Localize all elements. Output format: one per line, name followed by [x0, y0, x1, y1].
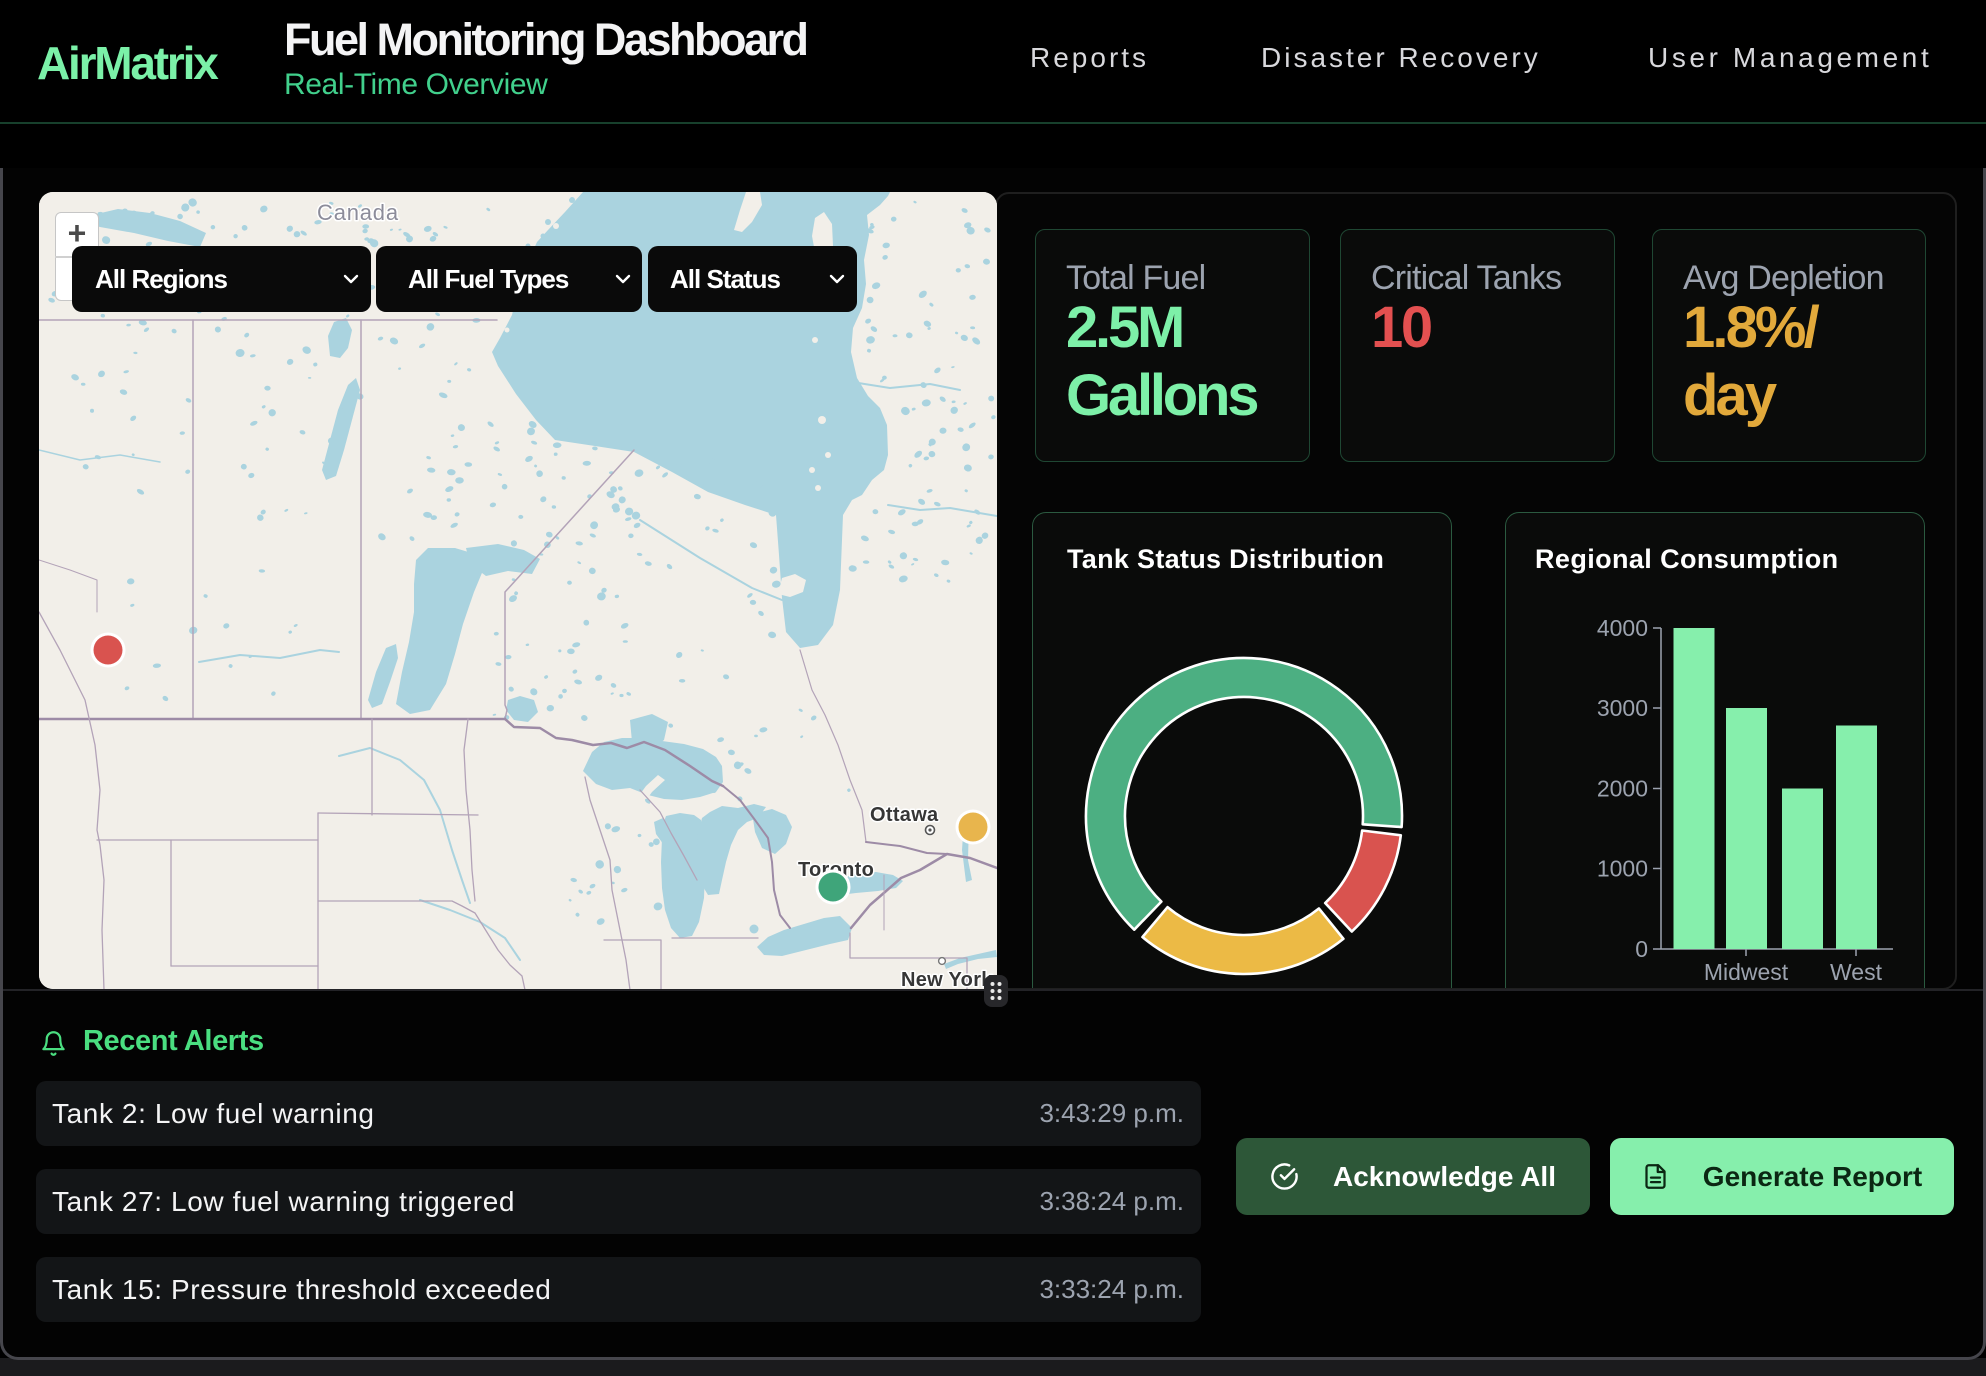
svg-text:West: West: [1830, 959, 1883, 985]
svg-text:New York: New York: [901, 969, 993, 989]
svg-text:1000: 1000: [1597, 856, 1648, 882]
svg-text:0: 0: [1635, 936, 1648, 962]
svg-text:2000: 2000: [1597, 776, 1648, 802]
svg-text:Ottawa: Ottawa: [870, 804, 939, 826]
svg-text:Canada: Canada: [317, 200, 399, 225]
svg-text:4000: 4000: [1597, 615, 1648, 641]
svg-text:3000: 3000: [1597, 695, 1648, 721]
svg-text:Midwest: Midwest: [1704, 959, 1789, 985]
